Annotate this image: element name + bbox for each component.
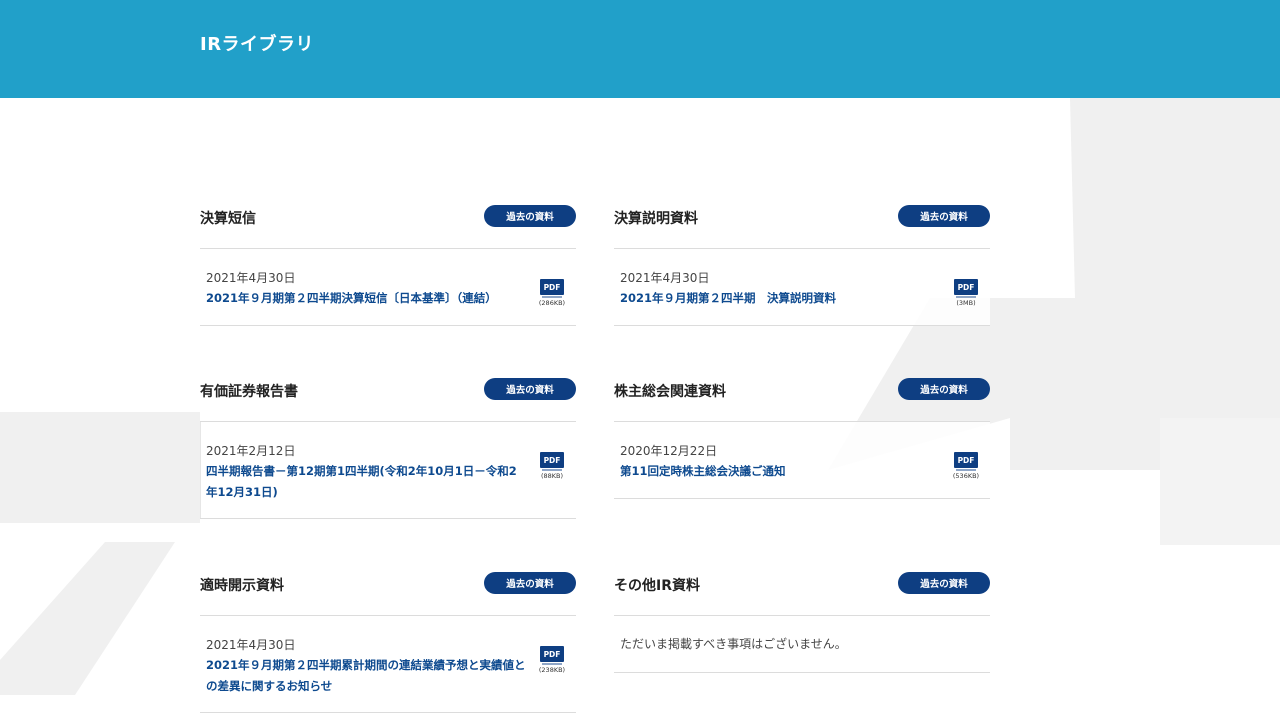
deco-shape-4: [0, 542, 175, 695]
section-kabunushi-sokai: 株主総会関連資料 過去の資料 2020年12月22日 第11回定時株主総会決議ご…: [614, 378, 990, 499]
pdf-size: (536KB): [952, 472, 980, 480]
past-materials-button[interactable]: 過去の資料: [898, 572, 990, 594]
section-title: 適時開示資料: [200, 578, 284, 594]
section-kessan-tanshin: 決算短信 過去の資料 2021年4月30日 2021年９月期第２四半期決算短信〔…: [200, 205, 576, 326]
page-header: IRライブラリ: [0, 0, 1280, 98]
section-yuka-shoken: 有価証券報告書 過去の資料 2021年2月12日 四半期報告書－第12期第1四半…: [200, 378, 576, 519]
section-header: 適時開示資料 過去の資料: [200, 572, 576, 616]
deco-shape-3: [0, 412, 200, 523]
section-other-ir: その他IR資料 過去の資料 ただいま掲載すべき事項はございません。: [614, 572, 990, 673]
section-body: ただいま掲載すべき事項はございません。: [614, 616, 990, 673]
section-header: その他IR資料 過去の資料: [614, 572, 990, 616]
pdf-size: (238KB): [538, 666, 566, 674]
no-items-message: ただいま掲載すべき事項はございません。: [620, 637, 847, 651]
document-date: 2021年4月30日: [620, 271, 710, 285]
document-link[interactable]: 2021年９月期第２四半期 決算説明資料: [620, 288, 940, 309]
pdf-download[interactable]: PDF (536KB): [946, 452, 986, 484]
past-materials-button[interactable]: 過去の資料: [484, 572, 576, 594]
section-title: 決算短信: [200, 211, 256, 227]
pdf-icon: PDF: [540, 646, 564, 665]
pdf-size: (286KB): [538, 299, 566, 307]
section-header: 決算説明資料 過去の資料: [614, 205, 990, 249]
section-body: 2020年12月22日 第11回定時株主総会決議ご通知 PDF (536KB): [614, 422, 990, 499]
pdf-download[interactable]: PDF (88KB): [532, 452, 572, 484]
section-body: 2021年4月30日 2021年９月期第２四半期累計期間の連結業績予想と実績値と…: [200, 616, 576, 713]
pdf-icon: PDF: [954, 279, 978, 298]
section-body: 2021年4月30日 2021年９月期第２四半期 決算説明資料 PDF (3MB…: [614, 249, 990, 326]
past-materials-button[interactable]: 過去の資料: [484, 378, 576, 400]
pdf-size: (3MB): [956, 299, 976, 307]
past-materials-button[interactable]: 過去の資料: [898, 205, 990, 227]
page-title: IRライブラリ: [200, 34, 315, 55]
section-header: 株主総会関連資料 過去の資料: [614, 378, 990, 422]
pdf-size: (88KB): [540, 472, 564, 480]
section-title: その他IR資料: [614, 578, 700, 594]
section-title: 有価証券報告書: [200, 384, 298, 400]
pdf-icon: PDF: [954, 452, 978, 471]
section-title: 株主総会関連資料: [614, 384, 726, 400]
section-header: 決算短信 過去の資料: [200, 205, 576, 249]
past-materials-button[interactable]: 過去の資料: [898, 378, 990, 400]
document-link[interactable]: 2021年９月期第２四半期累計期間の連結業績予想と実績値との差異に関するお知らせ: [206, 655, 526, 696]
pdf-download[interactable]: PDF (3MB): [946, 279, 986, 311]
pdf-icon: PDF: [540, 279, 564, 298]
section-tekiji-kaiji: 適時開示資料 過去の資料 2021年4月30日 2021年９月期第２四半期累計期…: [200, 572, 576, 713]
document-date: 2021年4月30日: [206, 638, 296, 652]
section-body: 2021年2月12日 四半期報告書－第12期第1四半期(令和2年10月1日－令和…: [200, 422, 576, 519]
section-kessan-setsumei: 決算説明資料 過去の資料 2021年4月30日 2021年９月期第２四半期 決算…: [614, 205, 990, 326]
document-date: 2021年4月30日: [206, 271, 296, 285]
divider: [200, 422, 201, 518]
document-date: 2020年12月22日: [620, 444, 718, 458]
pdf-download[interactable]: PDF (238KB): [532, 646, 572, 678]
section-body: 2021年4月30日 2021年９月期第２四半期決算短信〔日本基準〕（連結） P…: [200, 249, 576, 326]
deco-shape-5: [1160, 418, 1280, 545]
document-link[interactable]: 第11回定時株主総会決議ご通知: [620, 461, 940, 482]
document-link[interactable]: 2021年９月期第２四半期決算短信〔日本基準〕（連結）: [206, 288, 526, 309]
section-title: 決算説明資料: [614, 211, 698, 227]
pdf-download[interactable]: PDF (286KB): [532, 279, 572, 311]
document-date: 2021年2月12日: [206, 444, 296, 458]
document-link[interactable]: 四半期報告書－第12期第1四半期(令和2年10月1日－令和2年12月31日): [206, 461, 526, 502]
section-header: 有価証券報告書 過去の資料: [200, 378, 576, 422]
pdf-icon: PDF: [540, 452, 564, 471]
past-materials-button[interactable]: 過去の資料: [484, 205, 576, 227]
